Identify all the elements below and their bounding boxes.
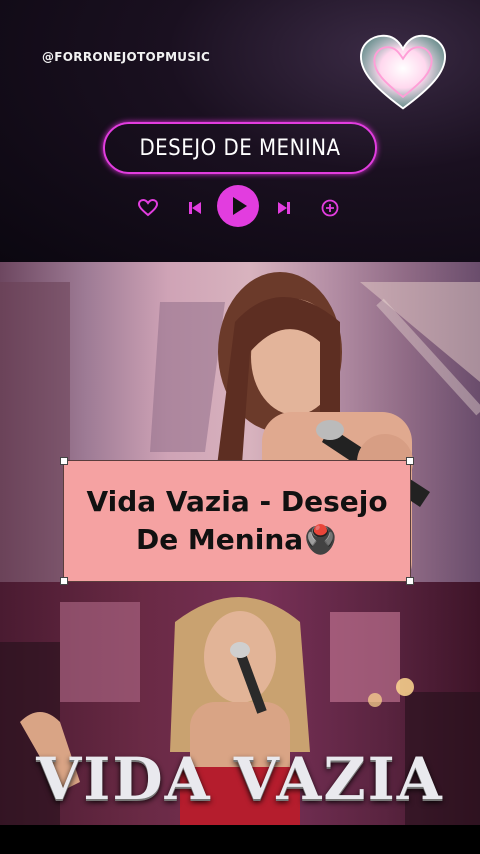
song-title: DESEJO DE MENINA (139, 135, 341, 161)
play-icon (233, 197, 247, 215)
resize-handle-bottom-left[interactable] (60, 577, 68, 585)
album-title-text: VIDA VAZIA (36, 745, 444, 813)
player-controls (0, 185, 480, 230)
previous-icon[interactable] (186, 185, 204, 230)
caption-label: Vida Vazia - Desejo De Menina (86, 485, 388, 556)
channel-handle: @FORRONEJOTOPMUSIC (42, 50, 211, 64)
caption-overlay[interactable]: Vida Vazia - Desejo De Menina🖲️ (60, 457, 414, 585)
caption-text: Vida Vazia - Desejo De Menina🖲️ (64, 461, 410, 581)
resize-handle-bottom-right[interactable] (406, 577, 414, 585)
add-icon[interactable] (320, 185, 340, 230)
resize-handle-top-left[interactable] (60, 457, 68, 465)
bottom-bar (0, 825, 480, 854)
heart-icon[interactable] (137, 185, 159, 230)
cover-art-panel: @FORRONEJOTOPMUSIC DESEJO DE MENINA (0, 0, 480, 262)
next-icon[interactable] (275, 185, 293, 230)
resize-handle-top-right[interactable] (406, 457, 414, 465)
trackball-emoji: 🖲️ (303, 523, 339, 556)
play-button[interactable] (217, 185, 259, 227)
glowing-heart-icon (359, 34, 447, 110)
song-title-pill: DESEJO DE MENINA (103, 122, 377, 174)
